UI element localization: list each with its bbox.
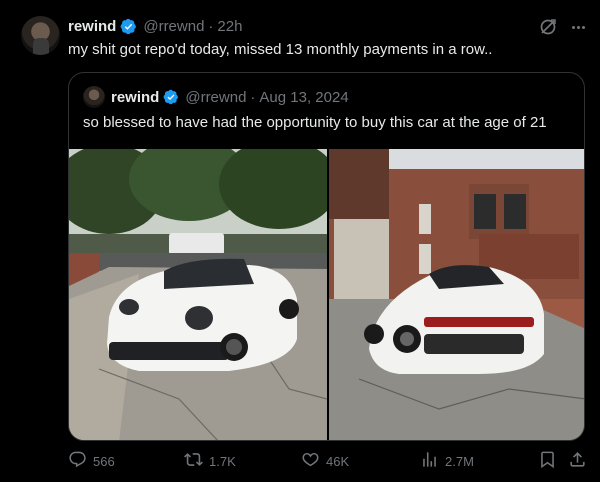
timestamp[interactable]: 22h: [217, 18, 242, 35]
quoted-author-handle: @rrewnd: [185, 88, 247, 106]
quoted-date: Aug 13, 2024: [259, 88, 349, 106]
reply-icon: [68, 450, 87, 472]
more-icon[interactable]: [568, 17, 588, 37]
verified-badge-icon: [120, 18, 137, 35]
like-button[interactable]: 46K: [301, 450, 349, 472]
like-count: 46K: [326, 453, 350, 469]
quoted-header: rewind @rrewnd · Aug 13, 2024: [111, 86, 349, 108]
grok-icon[interactable]: [538, 17, 558, 37]
bookmark-icon: [538, 450, 557, 472]
reply-button[interactable]: 566: [68, 450, 115, 472]
avatar[interactable]: [21, 16, 60, 55]
author-handle[interactable]: @rrewnd: [143, 18, 204, 35]
reply-count: 566: [93, 453, 115, 469]
views-button[interactable]: 2.7M: [420, 450, 474, 472]
quoted-avatar: [83, 86, 105, 108]
views-icon: [420, 450, 439, 472]
quoted-author-name: rewind: [111, 88, 160, 106]
tweet-text: my shit got repo'd today, missed 13 mont…: [68, 41, 493, 58]
views-count: 2.7M: [445, 453, 474, 469]
quoted-text: so blessed to have had the opportunity t…: [83, 114, 547, 131]
repost-icon: [184, 450, 203, 472]
repost-button[interactable]: 1.7K: [184, 450, 236, 472]
verified-badge-icon: [163, 89, 179, 105]
repost-count: 1.7K: [209, 453, 236, 469]
media-grid: [69, 149, 584, 440]
car-photo-front[interactable]: [69, 149, 327, 440]
action-bar: 566 1.7K 46K 2.7M: [68, 450, 588, 472]
tweet[interactable]: rewind @rrewnd · 22h my shit got repo'd …: [0, 0, 600, 482]
separator: ·: [208, 17, 214, 35]
car-photo-rear[interactable]: [329, 149, 584, 440]
separator: ·: [250, 88, 256, 106]
quoted-tweet[interactable]: rewind @rrewnd · Aug 13, 2024 so blessed…: [68, 72, 585, 441]
tweet-header: rewind @rrewnd · 22h: [68, 16, 242, 36]
bookmark-button[interactable]: [538, 450, 557, 472]
author-name[interactable]: rewind: [68, 18, 116, 35]
share-button[interactable]: [568, 450, 587, 472]
like-icon: [301, 450, 320, 472]
share-icon: [568, 450, 587, 472]
